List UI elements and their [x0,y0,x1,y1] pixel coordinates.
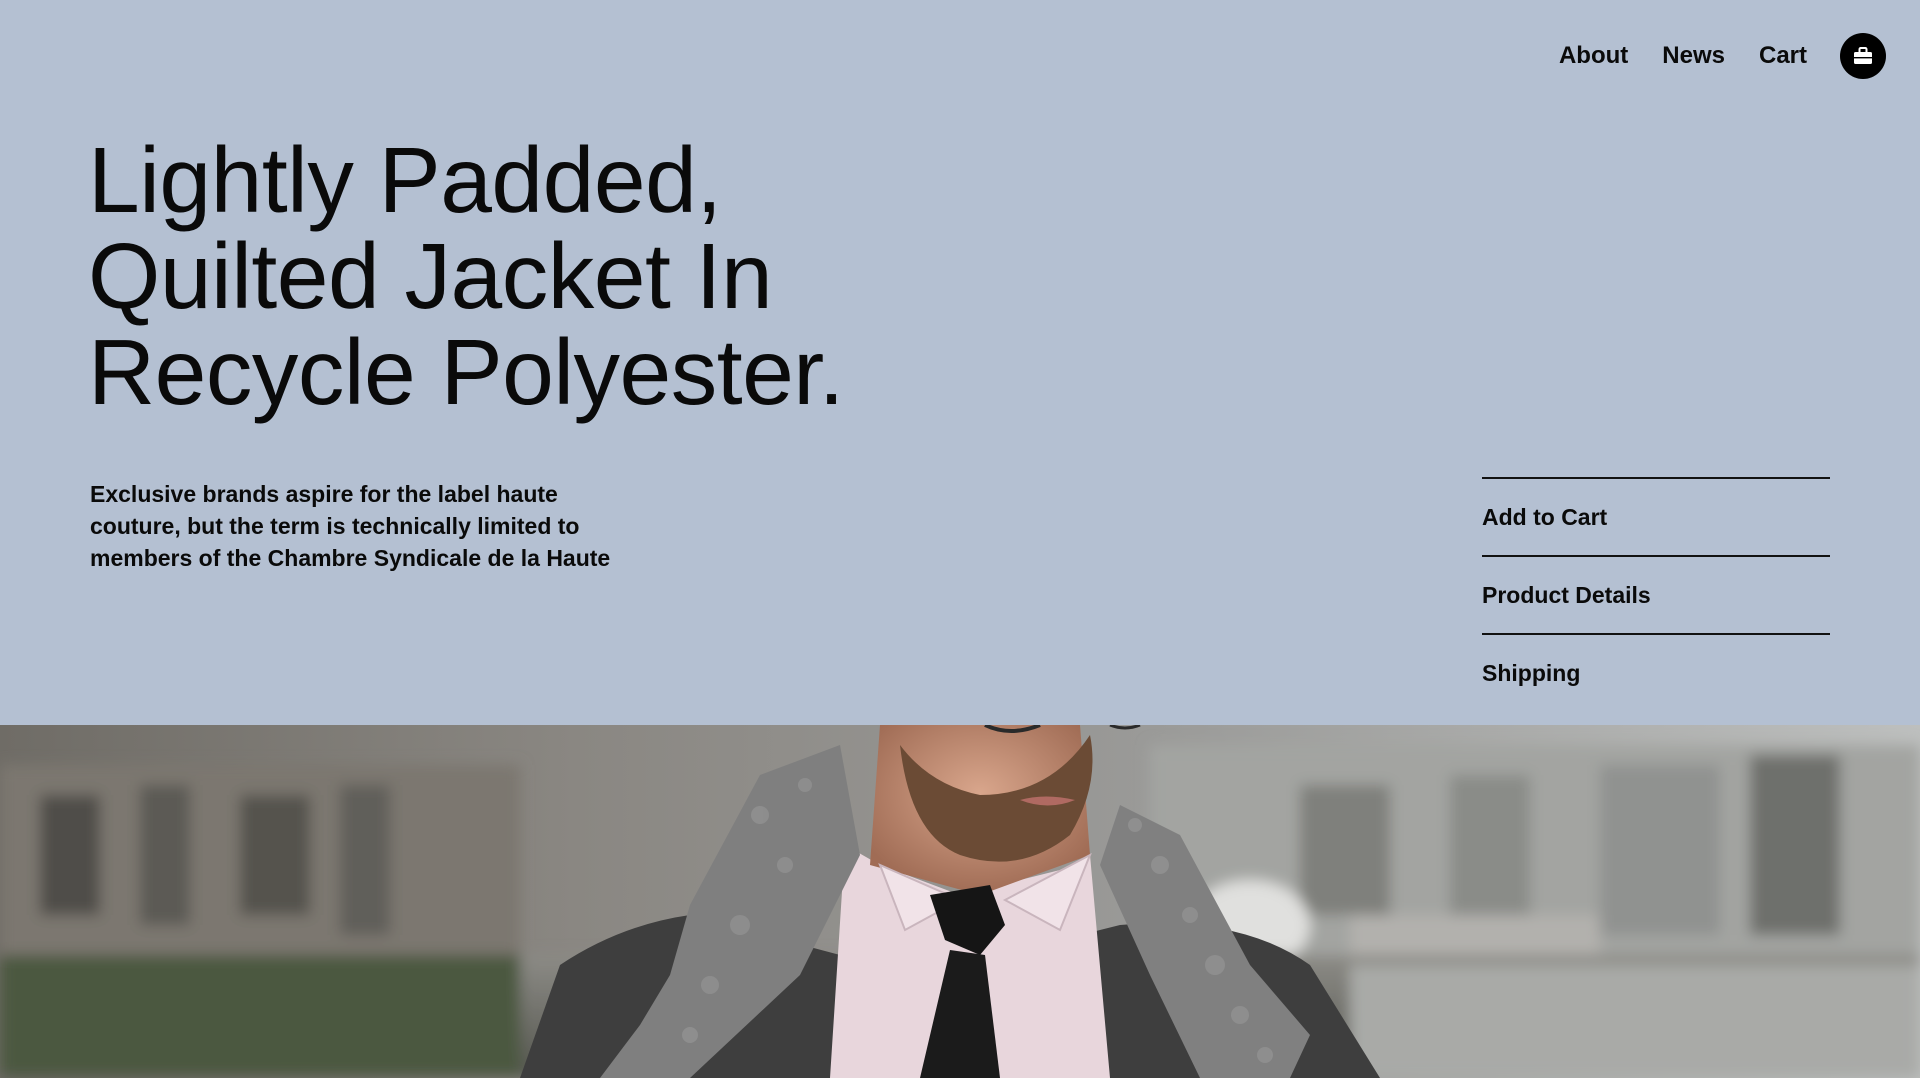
hero-section: About News Cart Lightly Padded, Quilted … [0,0,1920,725]
product-details-link[interactable]: Product Details [1482,557,1830,635]
nav-cart-link[interactable]: Cart [1759,42,1807,70]
model-in-jacket-image [0,725,1920,1078]
shipping-link[interactable]: Shipping [1482,635,1830,711]
product-title: Lightly Padded, Quilted Jacket In Recycl… [88,132,988,420]
top-nav: About News Cart [1559,32,1886,80]
product-title-line: Quilted Jacket In [88,224,773,328]
nav-news-link[interactable]: News [1662,42,1725,70]
product-photo [0,725,1920,1078]
product-description-line: Exclusive brands aspire for the label ha… [90,481,558,507]
product-description-line: members of the Chambre Syndicale de la H… [90,545,611,571]
product-title-line: Recycle Polyester. [88,320,844,424]
shopping-bag-button[interactable] [1840,33,1886,79]
product-description: Exclusive brands aspire for the label ha… [90,478,630,574]
product-actions-menu: Add to Cart Product Details Shipping [1482,477,1830,711]
product-title-line: Lightly Padded, [88,128,722,232]
product-description-line: couture, but the term is technically lim… [90,513,580,539]
nav-about-link[interactable]: About [1559,42,1628,70]
add-to-cart-button[interactable]: Add to Cart [1482,479,1830,557]
shopping-bag-icon [1854,47,1872,64]
